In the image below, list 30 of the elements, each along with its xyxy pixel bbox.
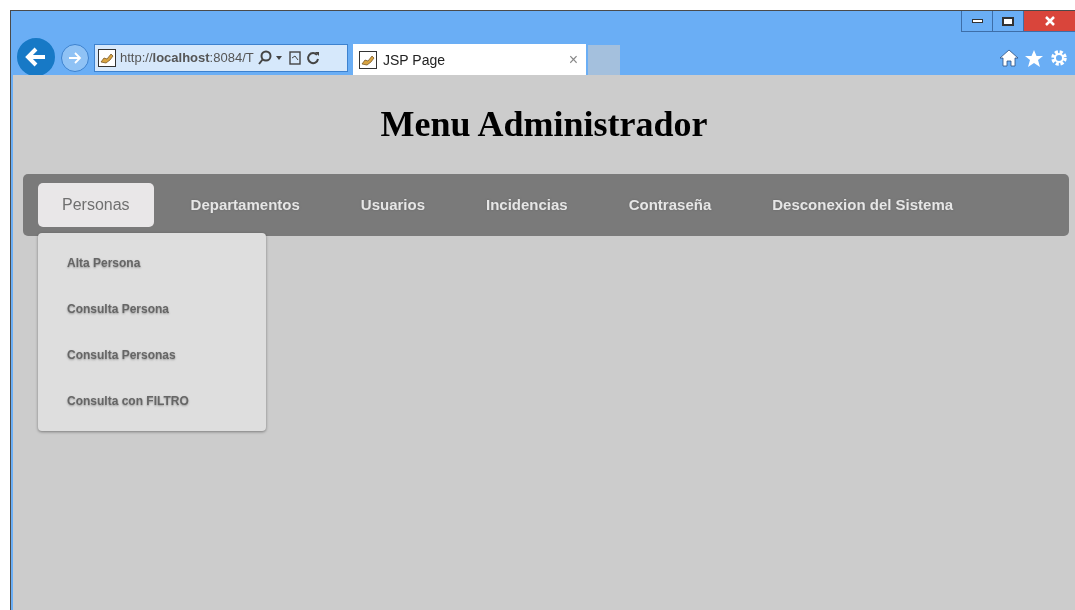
dropdown-item[interactable]: Alta Persona (38, 240, 266, 286)
dropdown-item[interactable]: Consulta Personas (38, 332, 266, 378)
nav-tab[interactable]: Personas (38, 183, 154, 227)
forward-arrow-icon (67, 51, 83, 65)
nav-tab[interactable]: Usuarios (336, 183, 449, 227)
compatibility-icon[interactable] (287, 50, 302, 66)
refresh-icon[interactable] (305, 50, 320, 66)
site-icon (98, 49, 116, 67)
star-icon[interactable] (1024, 48, 1044, 68)
nav-tab[interactable]: Contraseña (604, 183, 736, 227)
back-arrow-icon (24, 46, 48, 68)
tab-title: JSP Page (383, 50, 446, 70)
nav-tab[interactable]: Desconexion del Sistema (748, 183, 978, 227)
minimize-icon (971, 19, 983, 23)
nav-tab[interactable]: Departamentos (166, 183, 324, 227)
forward-button[interactable] (61, 44, 89, 72)
address-bar[interactable]: http://localhost:8084/T (94, 44, 348, 72)
page-heading: Menu Administrador (379, 103, 709, 145)
dropdown-item[interactable]: Consulta Persona (38, 286, 266, 332)
dropdown-item[interactable]: Consulta con FILTRO (38, 378, 266, 424)
browser-tab[interactable]: JSP Page × (353, 43, 586, 77)
search-icon[interactable] (257, 50, 284, 66)
tab-icon (359, 51, 377, 69)
close-button[interactable] (1024, 11, 1075, 31)
address-text: http://localhost:8084/T (120, 49, 254, 68)
nav-tab[interactable]: Incidencias (462, 183, 592, 227)
close-icon (1043, 16, 1056, 26)
maximize-icon (1002, 16, 1014, 26)
home-icon[interactable] (999, 49, 1019, 67)
tab-close-button[interactable]: × (568, 48, 578, 72)
